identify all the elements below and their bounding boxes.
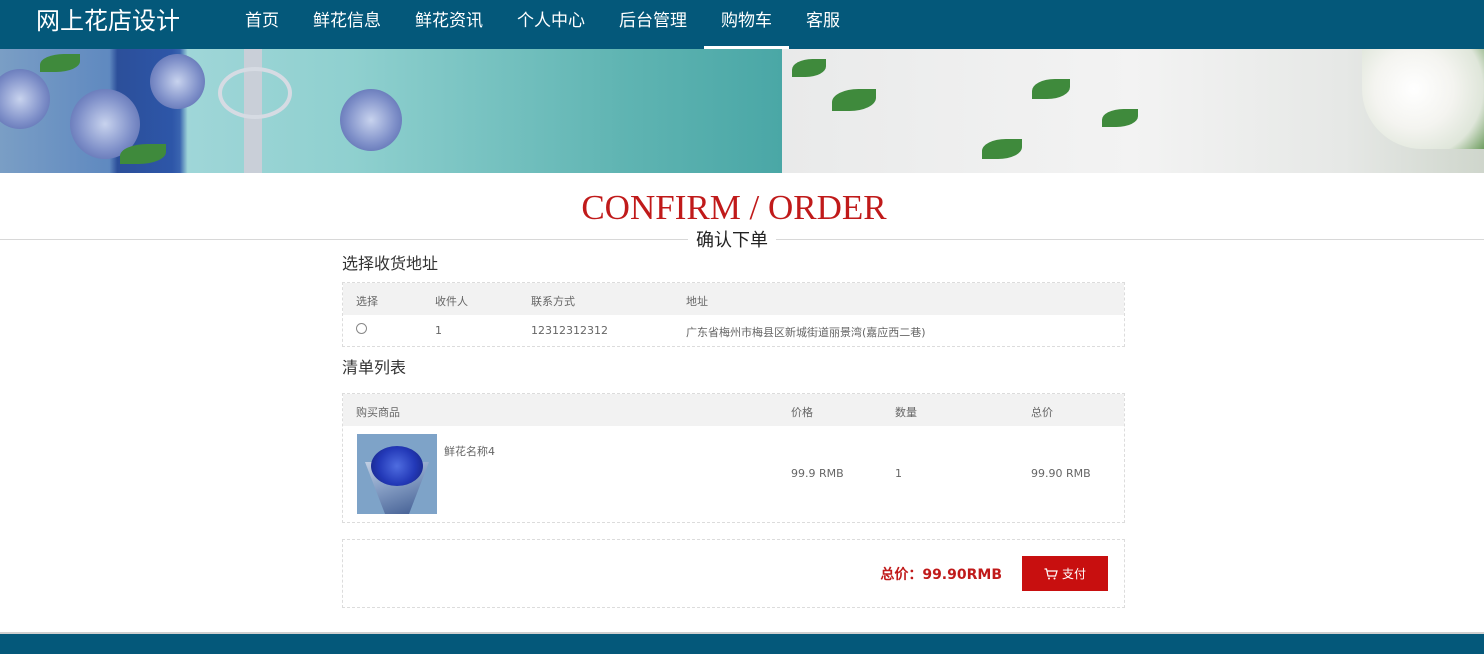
nav-item-flower-news[interactable]: 鲜花资讯: [398, 0, 500, 49]
nav-item-home[interactable]: 首页: [228, 0, 296, 49]
product-name[interactable]: 鲜花名称4: [444, 443, 495, 459]
page-title: CONFIRM / ORDER: [581, 188, 887, 227]
order-total: 总价：99.90RMB: [880, 567, 1002, 583]
leaf-decoration: [1032, 79, 1070, 99]
site-brand[interactable]: 网上花店设计: [36, 6, 180, 36]
product-price: 99.9 RMB: [791, 467, 844, 480]
column-header-select: 选择: [356, 295, 378, 308]
column-header-product: 购买商品: [356, 406, 400, 419]
order-table-header: 购买商品 价格 数量 总价: [343, 394, 1124, 426]
leaf-decoration: [792, 59, 826, 77]
column-header-recipient: 收件人: [435, 295, 468, 308]
footer-bar: [0, 632, 1484, 654]
column-header-quantity: 数量: [895, 406, 917, 419]
product-total: 99.90 RMB: [1031, 467, 1091, 480]
address-recipient: 1: [435, 324, 442, 337]
flower-decoration: [0, 69, 50, 129]
pay-button[interactable]: 支付: [1022, 556, 1108, 591]
leaf-decoration: [1102, 109, 1138, 127]
product-quantity: 1: [895, 467, 902, 480]
address-section-title: 选择收货地址: [342, 254, 439, 273]
page-subtitle: 确认下单: [688, 229, 776, 253]
column-header-phone: 联系方式: [531, 295, 575, 308]
column-header-total: 总价: [1031, 406, 1053, 419]
leaf-decoration: [40, 54, 80, 72]
nav-item-personal-center[interactable]: 个人中心: [500, 0, 602, 49]
flower-decoration: [150, 54, 205, 109]
order-summary: 总价：99.90RMB 支付: [342, 539, 1125, 608]
flower-decoration: [340, 89, 402, 151]
banner-image-left: [0, 49, 782, 173]
leaf-decoration: [120, 144, 166, 164]
cart-icon: [1044, 568, 1058, 580]
nav-item-admin[interactable]: 后台管理: [602, 0, 704, 49]
address-radio[interactable]: [356, 323, 367, 337]
order-items-table: 购买商品 价格 数量 总价 鲜花名称4 99.9 RMB 1 99.90 RMB: [342, 393, 1125, 523]
leaf-decoration: [832, 89, 876, 111]
address-table: 选择 收件人 联系方式 地址 1 12312312312 广东省梅州市梅县区新城…: [342, 282, 1125, 347]
address-text: 广东省梅州市梅县区新城街道丽景湾(嘉应西二巷): [686, 326, 926, 339]
list-section-title: 清单列表: [342, 358, 407, 377]
nav-item-cart[interactable]: 购物车: [704, 0, 789, 49]
hero-banner: [0, 49, 1484, 173]
order-item-row: 鲜花名称4 99.9 RMB 1 99.90 RMB: [343, 426, 1124, 522]
pay-button-label: 支付: [1061, 567, 1086, 581]
nav-item-flower-info[interactable]: 鲜花信息: [296, 0, 398, 49]
main-nav: 首页 鲜花信息 鲜花资讯 个人中心 后台管理 购物车 客服: [228, 0, 857, 49]
nav-item-customer-service[interactable]: 客服: [789, 0, 857, 49]
address-row[interactable]: 1 12312312312 广东省梅州市梅县区新城街道丽景湾(嘉应西二巷): [343, 315, 1124, 345]
gift-bow-decoration: [218, 67, 292, 119]
leaf-decoration: [982, 139, 1022, 159]
top-nav-bar: 网上花店设计 首页 鲜花信息 鲜花资讯 个人中心 后台管理 购物车 客服: [0, 0, 1484, 49]
address-phone: 12312312312: [531, 324, 608, 337]
product-thumbnail[interactable]: [357, 434, 437, 514]
column-header-address: 地址: [686, 295, 708, 308]
column-header-price: 价格: [791, 406, 813, 419]
address-table-header: 选择 收件人 联系方式 地址: [343, 283, 1124, 315]
